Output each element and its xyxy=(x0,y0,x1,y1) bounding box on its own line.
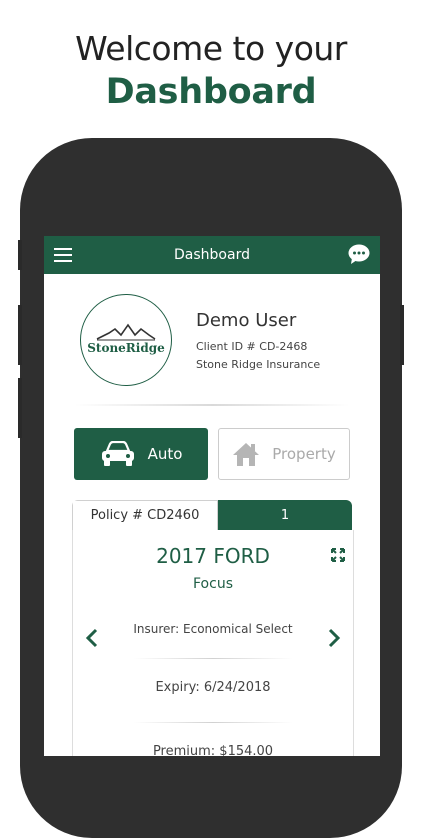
card-divider xyxy=(133,722,293,723)
phone-button-volume-down xyxy=(18,378,22,438)
coverage-tabs: Auto Property xyxy=(74,428,350,480)
user-name: Demo User xyxy=(196,310,297,331)
tab-policy-count[interactable]: 1 xyxy=(218,500,352,530)
company-logo: StoneRidge xyxy=(80,294,172,386)
tab-policy-number[interactable]: Policy # CD2460 xyxy=(72,500,218,530)
headline: Welcome to your Dashboard xyxy=(0,28,422,114)
card-divider xyxy=(133,658,293,659)
expiry-text: Expiry: 6/24/2018 xyxy=(155,680,271,695)
vehicle-model: Focus xyxy=(193,576,233,592)
vehicle-year-make: 2017 FORD xyxy=(156,544,270,568)
tab-auto-label: Auto xyxy=(147,445,183,463)
app-screen: Dashboard StoneRidge Demo User Client ID… xyxy=(44,236,380,756)
chat-icon[interactable] xyxy=(348,244,370,264)
phone-button-mute xyxy=(18,240,22,270)
headline-line2: Dashboard xyxy=(105,72,317,112)
policy-tabs: Policy # CD2460 1 xyxy=(72,500,352,530)
tab-property[interactable]: Property xyxy=(218,428,350,480)
phone-button-power xyxy=(400,305,404,365)
headline-line1: Welcome to your xyxy=(75,29,347,68)
mountain-logo-icon xyxy=(96,323,156,341)
tab-property-label: Property xyxy=(272,445,336,463)
app-bar: Dashboard xyxy=(44,236,380,274)
car-icon xyxy=(101,441,134,466)
premium-text: Premium: $154.00 xyxy=(152,744,274,756)
menu-icon[interactable] xyxy=(54,248,72,262)
expand-icon[interactable] xyxy=(331,548,345,562)
profile-divider xyxy=(74,404,350,406)
tab-auto[interactable]: Auto xyxy=(74,428,208,480)
policy-card: 2017 FORD Focus Insurer: Economical Sele… xyxy=(72,530,354,756)
app-bar-title: Dashboard xyxy=(174,247,250,263)
insurer-text: Insurer: Economical Select xyxy=(133,622,293,636)
house-icon xyxy=(233,443,260,466)
phone-button-volume-up xyxy=(18,305,22,365)
company-logo-text: StoneRidge xyxy=(87,341,165,355)
client-id: Client ID # CD-2468 xyxy=(196,340,308,353)
company-name: Stone Ridge Insurance xyxy=(196,358,321,371)
